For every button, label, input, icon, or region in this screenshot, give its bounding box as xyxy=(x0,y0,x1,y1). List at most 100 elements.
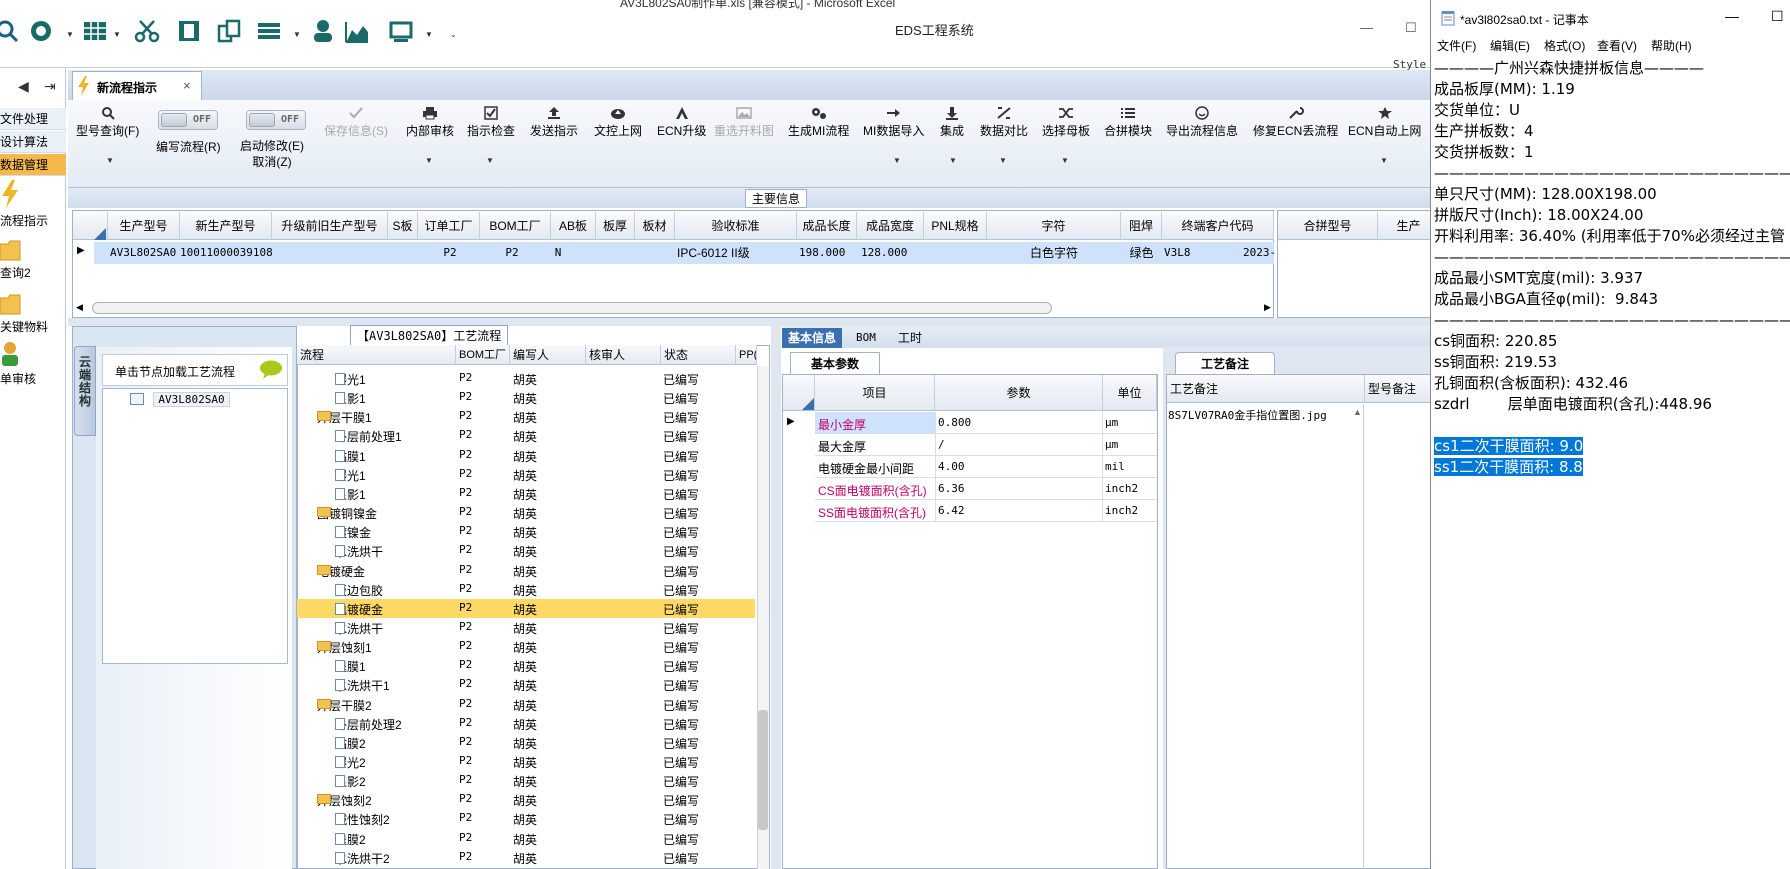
lightning-icon[interactable] xyxy=(0,180,22,208)
ribbon-doc-upload-button[interactable]: 文控上网 xyxy=(594,106,642,139)
grid-header[interactable]: 升级前旧生产型号 xyxy=(272,212,388,240)
nav-item-design[interactable]: 设计算法 xyxy=(0,131,66,153)
flow-row[interactable]: −电镀硬金 P2 胡英 已编写 xyxy=(297,561,755,580)
menu-view[interactable]: 查看(V) xyxy=(1597,37,1637,54)
flow-row[interactable]: −外层干膜2 P2 胡英 已编写 xyxy=(297,695,755,714)
flow-row[interactable]: 曝光2 P2 胡英 已编写 xyxy=(297,752,755,771)
ribbon-fix-ecn-button[interactable]: 修复ECN丢流程 xyxy=(1253,106,1338,139)
grid-header[interactable]: 终端客户代码 xyxy=(1162,212,1274,240)
person-icon[interactable] xyxy=(0,340,22,368)
list-icon[interactable] xyxy=(256,18,282,44)
flow-header[interactable]: 状态 xyxy=(661,345,736,365)
tab-hours[interactable]: 工时 xyxy=(892,328,928,348)
ribbon-reselect-image-button[interactable]: 重选开料图 xyxy=(714,106,774,139)
horizontal-scrollbar[interactable] xyxy=(92,302,1052,314)
close-icon[interactable]: × xyxy=(183,78,191,93)
notes-header[interactable]: 工艺备注 xyxy=(1167,375,1365,403)
lifebuoy-icon[interactable] xyxy=(28,18,54,44)
grid-header[interactable]: S板 xyxy=(388,212,418,240)
param-header[interactable]: 项目 xyxy=(815,375,935,411)
nav-review-label[interactable]: 单审核 xyxy=(0,370,36,387)
nav-query-label[interactable]: 查询2 xyxy=(0,264,31,281)
flow-row[interactable]: 外层前处理1 P2 胡英 已编写 xyxy=(297,426,755,445)
chevron-down-icon[interactable]: ▼ xyxy=(113,30,121,39)
grid-header[interactable]: 字符 xyxy=(987,212,1121,240)
ribbon-export-flow-button[interactable]: 导出流程信息 xyxy=(1166,106,1238,139)
chevron-down-icon[interactable]: ▼ xyxy=(425,156,433,165)
ribbon-compare-button[interactable]: 数据对比 xyxy=(980,106,1028,139)
scroll-thumb[interactable] xyxy=(758,710,768,830)
menu-edit[interactable]: 编辑(E) xyxy=(1490,37,1530,54)
menu-format[interactable]: 格式(O) xyxy=(1544,37,1585,54)
scroll-up-icon[interactable]: ▲ xyxy=(1353,407,1362,417)
flow-row[interactable]: 水洗烘干 P2 胡英 已编写 xyxy=(297,618,755,637)
flow-row[interactable]: 退膜1 P2 胡英 已编写 xyxy=(297,656,755,675)
flow-row[interactable]: 显影1 P2 胡英 已编写 xyxy=(297,388,755,407)
ribbon-select-mother-button[interactable]: 选择母板 xyxy=(1042,106,1090,139)
nav-item-file[interactable]: 文件处理 xyxy=(0,108,66,130)
param-row[interactable]: ▶ 最小金厚 0.800 μm xyxy=(787,412,1157,434)
folder-icon[interactable] xyxy=(0,290,22,318)
chevron-down-icon[interactable]: ▼ xyxy=(425,30,433,39)
minimize-button[interactable]: — xyxy=(1725,8,1739,24)
flow-row[interactable]: 曝光1 P2 胡英 已编写 xyxy=(297,369,755,388)
ribbon-save-button[interactable]: 保存信息(S) xyxy=(324,106,388,139)
grid-header[interactable]: 订单工厂 xyxy=(418,212,480,240)
chevron-down-icon[interactable]: ▼ xyxy=(1380,156,1388,165)
grid-header[interactable]: 成品长度 xyxy=(797,212,857,240)
splitter[interactable] xyxy=(771,326,781,869)
chevron-down-icon[interactable]: ▼ xyxy=(486,156,494,165)
value-cell[interactable] xyxy=(935,434,1103,455)
write-flow-toggle[interactable]: OFF xyxy=(158,110,218,130)
ribbon-integrate-button[interactable]: 集成 xyxy=(940,106,964,139)
copy-icon[interactable] xyxy=(216,18,242,44)
grid-header[interactable]: 验收标准 xyxy=(675,212,797,240)
ribbon-check-button[interactable]: 指示检查 xyxy=(467,106,515,139)
edit-toggle[interactable]: OFF xyxy=(246,110,306,130)
param-row[interactable]: SS面电镀面积(含孔) 6.42 inch2 xyxy=(815,500,1157,522)
search-icon[interactable] xyxy=(0,18,20,44)
monitor-icon[interactable] xyxy=(388,18,414,44)
tab-new-flow[interactable]: 新流程指示 × xyxy=(72,71,202,101)
tab-process-notes[interactable]: 工艺备注 xyxy=(1175,352,1275,374)
splitter[interactable] xyxy=(68,318,1440,326)
flow-header[interactable]: 编写人 xyxy=(510,345,586,365)
nav-flow-label[interactable]: 流程指示 xyxy=(0,212,48,229)
ribbon-merge-module-button[interactable]: 合拼模块 xyxy=(1104,106,1152,139)
grid-header[interactable]: 成品宽度 xyxy=(857,212,924,240)
maximize-button[interactable]: ☐ xyxy=(1405,20,1417,36)
grid-header[interactable]: 板厚 xyxy=(596,212,635,240)
param-row[interactable]: CS面电镀面积(含孔) 6.36 inch2 xyxy=(815,478,1157,500)
flow-row[interactable]: −外层蚀刻1 P2 胡英 已编写 xyxy=(297,637,755,656)
menu-file[interactable]: 文件(F) xyxy=(1437,37,1476,54)
maximize-button[interactable]: ☐ xyxy=(1771,8,1784,25)
grid-header[interactable]: 合拼型号 xyxy=(1278,212,1378,240)
flow-header[interactable]: 核审人 xyxy=(586,345,661,365)
grid-header[interactable]: 板材 xyxy=(635,212,675,240)
ribbon-ecn-upgrade-button[interactable]: ECN升级 xyxy=(657,106,706,139)
grid-header[interactable]: 阻焊 xyxy=(1121,212,1162,240)
table-icon[interactable] xyxy=(82,18,108,44)
flow-row[interactable]: 电镀硬金 P2 胡英 已编写 xyxy=(297,598,755,618)
ribbon-send-button[interactable]: 发送指示 xyxy=(530,106,578,139)
param-row[interactable]: 电镀硬金最小间距 4.00 mil xyxy=(815,456,1157,478)
notepad-text-area[interactable]: ————广州兴森快捷拼板信息———— 成品板厚(MM): 1.19 交货单位：U 生产… xyxy=(1434,58,1790,478)
nav-material-label[interactable]: 关键物料 xyxy=(0,318,48,335)
notes-header[interactable]: 型号备注 xyxy=(1365,375,1440,403)
grid-header[interactable]: 新生产型号 xyxy=(180,212,272,240)
param-header[interactable]: 单位 xyxy=(1103,375,1157,411)
user-icon[interactable] xyxy=(310,18,336,44)
scissors-icon[interactable] xyxy=(134,18,160,44)
customize-icon[interactable]: ⌄ xyxy=(450,30,457,39)
flow-row[interactable]: 退膜2 P2 胡英 已编写 xyxy=(297,829,755,848)
flow-row[interactable]: 曝光1 P2 胡英 已编写 xyxy=(297,465,755,484)
nav-item-data[interactable]: 数据管理 xyxy=(0,154,66,176)
process-note-file[interactable]: 8S7LV07RA0金手指位置图.jpg xyxy=(1168,407,1327,423)
chat-bubble-icon[interactable] xyxy=(259,360,283,380)
flow-row[interactable]: 显影1 P2 胡英 已编写 xyxy=(297,484,755,503)
chevron-down-icon[interactable]: ▼ xyxy=(949,156,957,165)
film-icon[interactable] xyxy=(176,18,202,44)
flow-header[interactable]: 流程 xyxy=(297,345,456,365)
param-header[interactable]: 参数 xyxy=(935,375,1103,411)
flow-row[interactable]: 水洗烘干1 P2 胡英 已编写 xyxy=(297,675,755,694)
